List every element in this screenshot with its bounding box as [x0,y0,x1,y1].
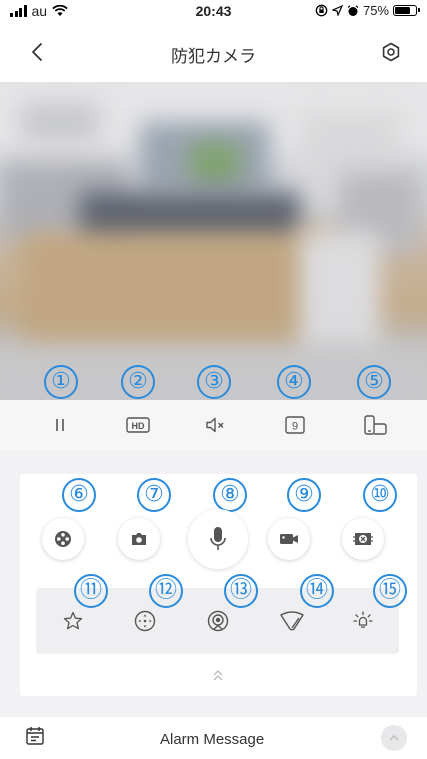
film-reel-icon [55,531,71,547]
battery-icon [393,5,420,16]
calendar-icon [26,727,44,745]
controls-card: ⑥ ⑦ ⑧ ⑨ ⑩ ⑪ ⑫ ⑬ ⑭ ⑮ [20,474,417,696]
hd-label: HD [132,421,145,431]
close-screen-button[interactable] [342,518,384,560]
snapshot-button[interactable] [118,518,160,560]
annotation-6: ⑥ [62,478,96,512]
camera-video-feed[interactable] [0,82,427,400]
record-playback-button[interactable] [42,518,84,560]
split-screen-button[interactable]: 9 [283,413,307,437]
camera-icon [132,533,146,545]
hd-icon: HD [126,417,150,433]
ptz-direction-button[interactable] [130,606,160,636]
annotation-7: ⑦ [137,478,171,512]
annotation-1: ① [44,365,78,399]
pause-icon [56,419,64,431]
alarm-message-label: Alarm Message [160,731,265,748]
motion-track-icon [207,610,229,632]
wiper-button[interactable] [277,606,307,636]
split-screen-icon: 9 [285,416,305,434]
header: 防犯カメラ [0,22,427,82]
annotation-15: ⑮ [373,574,407,608]
fullscreen-icon [364,415,387,435]
alarm-expand-button[interactable] [381,725,407,751]
annotation-11: ⑪ [74,574,108,608]
talk-button[interactable] [188,509,248,569]
battery-percent: 75% [362,3,389,18]
settings-button[interactable] [377,38,405,66]
annotation-14: ⑭ [300,574,334,608]
split-label: 9 [292,421,298,433]
double-chevron-up-icon [213,670,223,681]
ptz-direction-icon [134,610,156,632]
wiper-icon [280,611,304,631]
location-icon [331,5,343,16]
annotation-2: ② [121,365,155,399]
pause-button[interactable] [48,413,72,437]
orientation-lock-icon [315,4,328,17]
alarm-clock-icon [347,4,359,16]
microphone-icon [210,527,226,550]
annotation-9: ⑨ [287,478,321,512]
light-icon [353,611,373,628]
chevron-up-icon [389,735,399,741]
expand-button[interactable] [206,666,230,686]
video-camera-icon [280,534,298,544]
close-screen-icon [353,533,373,545]
annotation-3: ③ [197,365,231,399]
favorite-button[interactable] [58,606,88,636]
alarm-message-row[interactable]: Alarm Message [0,717,427,759]
annotation-12: ⑫ [149,574,183,608]
fullscreen-button[interactable] [362,413,387,437]
page-title: 防犯カメラ [171,47,256,66]
gear-icon [382,42,400,62]
annotation-4: ④ [277,365,311,399]
motion-track-button[interactable] [203,606,233,636]
star-icon [63,611,83,630]
annotation-8: ⑧ [213,478,247,512]
video-toolbar: HD 9 [0,400,427,450]
light-button[interactable] [348,606,378,636]
mute-icon [206,417,224,433]
status-bar: au 20:43 75% [0,0,427,22]
record-video-button[interactable] [268,518,310,560]
annotation-13: ⑬ [224,574,258,608]
annotation-5: ⑤ [357,365,391,399]
status-right: 75% [315,3,420,18]
hd-button[interactable]: HD [125,413,151,437]
annotation-10: ⑩ [363,478,397,512]
mute-button[interactable] [203,413,227,437]
